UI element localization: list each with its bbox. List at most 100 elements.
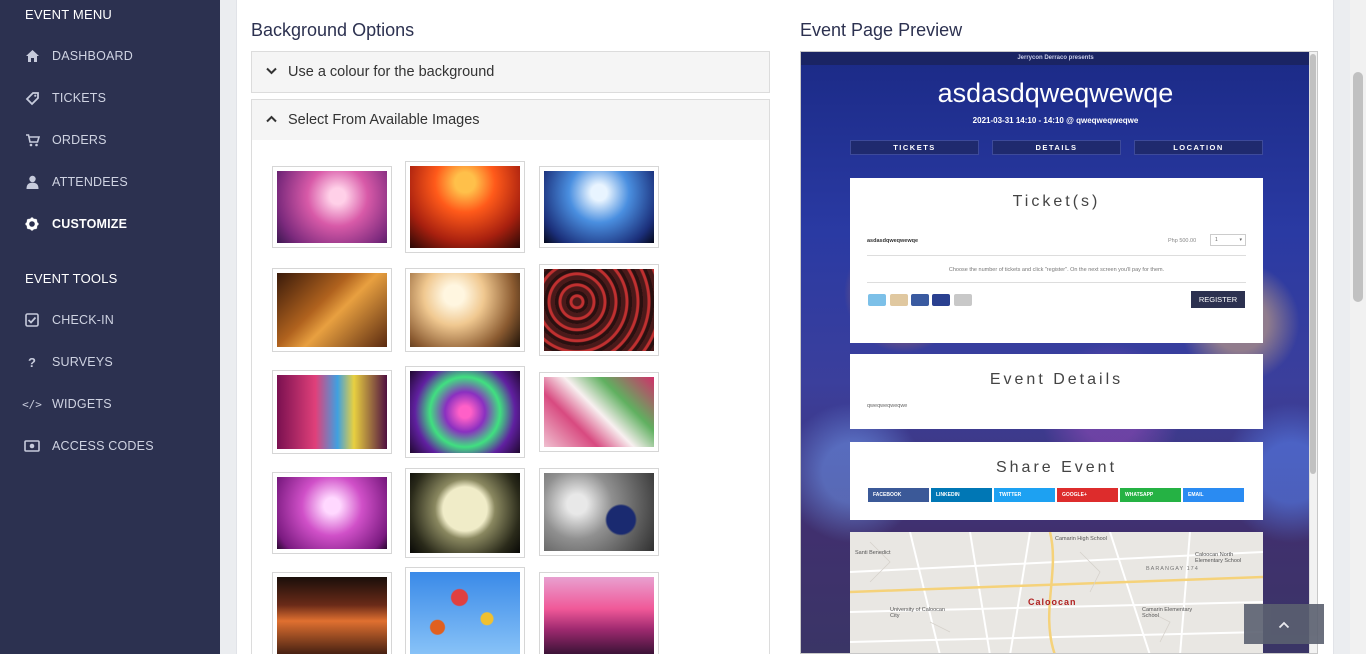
discover-icon: [890, 294, 908, 306]
preview-scrollbar-thumb[interactable]: [1310, 54, 1316, 474]
share-heading: Share Event: [995, 459, 1118, 476]
details-heading: Event Details: [989, 371, 1124, 388]
chevron-down-icon: [266, 66, 280, 78]
sidebar-item-orders[interactable]: ORDERS: [0, 119, 220, 161]
share-google-button[interactable]: GOOGLE+: [1057, 488, 1118, 502]
ticket-price: Php 500.00: [1168, 238, 1197, 244]
card-icon: [954, 294, 972, 306]
event-tools-heading: EVENT TOOLS: [25, 271, 118, 286]
register-button[interactable]: REGISTER: [1191, 291, 1245, 308]
money-icon: [24, 438, 40, 454]
ticket-name: asdasdqweqwewqe: [867, 238, 919, 244]
sidebar-item-dashboard[interactable]: DASHBOARD: [0, 35, 220, 77]
map-label: Caloocan North Elementary School: [1195, 552, 1242, 564]
event-details-card: Event Details qweqweqweqwe: [850, 354, 1263, 429]
images-option-label: Select From Available Images: [288, 112, 480, 128]
back-to-top-button[interactable]: [1244, 604, 1324, 644]
ticket-quantity-select[interactable]: 1 ▾: [1210, 234, 1246, 246]
share-whatsapp-button[interactable]: WHATSAPP: [1120, 488, 1181, 502]
sidebar-item-surveys[interactable]: ? SURVEYS: [0, 341, 220, 383]
sidebar-item-attendees[interactable]: ATTENDEES: [0, 161, 220, 203]
user-icon: [24, 174, 40, 190]
ticket-note: Choose the number of tickets and click "…: [948, 267, 1165, 273]
colour-option-label: Use a colour for the background: [288, 64, 495, 80]
gear-icon: [24, 216, 40, 232]
question-icon: ?: [28, 354, 36, 370]
sidebar-item-customize[interactable]: CUSTOMIZE: [0, 203, 220, 245]
pink-bokeh-image[interactable]: [272, 166, 392, 248]
pink-sky-crowd-image[interactable]: [539, 572, 659, 654]
map-label: University of Caloocan City: [890, 607, 946, 619]
sidebar-item-label: SURVEYS: [52, 355, 113, 369]
cart-icon: [24, 132, 40, 148]
champagne-bottles-image[interactable]: [272, 472, 392, 554]
hot-air-balloons-image[interactable]: [405, 567, 525, 654]
page-scrollbar[interactable]: [1350, 0, 1366, 654]
mastercard-icon: [932, 294, 950, 306]
colour-background-option[interactable]: Use a colour for the background: [251, 51, 770, 93]
tickets-card: Ticket(s) asdasdqweqwewqe Php 500.00 1 ▾…: [850, 178, 1263, 343]
concert-blue-lights-image[interactable]: [539, 166, 659, 248]
concert-red-image[interactable]: [405, 161, 525, 253]
tab-location[interactable]: LOCATION: [1134, 140, 1263, 155]
map-label: BARANGAY 174: [1146, 566, 1199, 572]
map-label: Camarin High School: [1055, 536, 1107, 542]
divider: [867, 282, 1246, 283]
fireworks-crowd-image[interactable]: [405, 268, 525, 352]
tickets-heading: Ticket(s): [1012, 193, 1101, 210]
code-icon: </>: [22, 397, 42, 411]
page-scrollbar-thumb[interactable]: [1353, 72, 1363, 302]
map-label: Camarin Elementary School: [1142, 607, 1193, 619]
sidebar-item-label: ORDERS: [52, 133, 107, 147]
ticket-quantity-value: 1: [1215, 237, 1218, 243]
purple-swirl-image[interactable]: [405, 366, 525, 458]
visa-icon: [911, 294, 929, 306]
share-twitter-button[interactable]: TWITTER: [994, 488, 1055, 502]
sidebar-item-label: ATTENDEES: [52, 175, 128, 189]
divider: [867, 255, 1246, 256]
images-background-option[interactable]: Select From Available Images: [251, 99, 770, 141]
gift-boxes-image[interactable]: [539, 372, 659, 452]
share-event-card: Share Event: [850, 442, 1263, 520]
event-page-preview: Jerrycon Derraco presents asdasdqweqwewq…: [800, 51, 1318, 654]
amex-icon: [868, 294, 886, 306]
sidebar: EVENT MENU DASHBOARD TICKETS ORDERS ATTE…: [0, 0, 220, 654]
chevron-up-icon: [266, 114, 280, 126]
restaurant-interior-image[interactable]: [272, 268, 392, 352]
event-page-preview-title: Event Page Preview: [800, 20, 963, 40]
preview-scrollbar[interactable]: [1309, 52, 1317, 653]
location-map[interactable]: Caloocan Camarin High School BARANGAY 17…: [850, 532, 1263, 653]
sidebar-item-check-in[interactable]: CHECK-IN: [0, 299, 220, 341]
sidebar-item-label: WIDGETS: [52, 397, 112, 411]
sidebar-item-label: ACCESS CODES: [52, 439, 154, 453]
event-menu-heading: EVENT MENU: [25, 7, 112, 22]
bar-interior-image[interactable]: [272, 572, 392, 654]
chevron-up-icon: [1278, 621, 1290, 629]
share-facebook-button[interactable]: FACEBOOK: [868, 488, 929, 502]
sidebar-item-label: DASHBOARD: [52, 49, 133, 63]
sidebar-item-access-codes[interactable]: ACCESS CODES: [0, 425, 220, 467]
caret-down-icon: ▾: [1239, 237, 1242, 243]
checkbox-icon: [24, 312, 40, 328]
presenter-bar: Jerrycon Derraco presents: [801, 52, 1310, 65]
details-text: qweqweqweqwe: [867, 403, 908, 409]
background-options-title: Background Options: [251, 20, 415, 40]
sidebar-item-widgets[interactable]: </> WIDGETS: [0, 383, 220, 425]
sidebar-item-label: CUSTOMIZE: [52, 217, 128, 231]
share-email-button[interactable]: EMAIL: [1183, 488, 1244, 502]
sidebar-item-label: TICKETS: [52, 91, 107, 105]
map-streets: [850, 532, 1263, 653]
sidebar-item-tickets[interactable]: TICKETS: [0, 77, 220, 119]
night-street-image[interactable]: [272, 370, 392, 454]
home-icon: [24, 48, 40, 64]
sidebar-item-label: CHECK-IN: [52, 313, 115, 327]
tab-details[interactable]: DETAILS: [992, 140, 1121, 155]
event-datetime: 2021-03-31 14:10 - 14:10 @ qweqweqweqwe: [972, 116, 1139, 125]
full-moon-image[interactable]: [405, 468, 525, 558]
map-label: Santi Benedict: [855, 550, 891, 556]
tab-tickets[interactable]: TICKETS: [850, 140, 979, 155]
map-main-label: Caloocan: [1028, 597, 1077, 607]
christmas-ornament-image[interactable]: [539, 468, 659, 556]
share-linkedin-button[interactable]: LINKEDIN: [931, 488, 992, 502]
crowd-aerial-image[interactable]: [539, 264, 659, 356]
